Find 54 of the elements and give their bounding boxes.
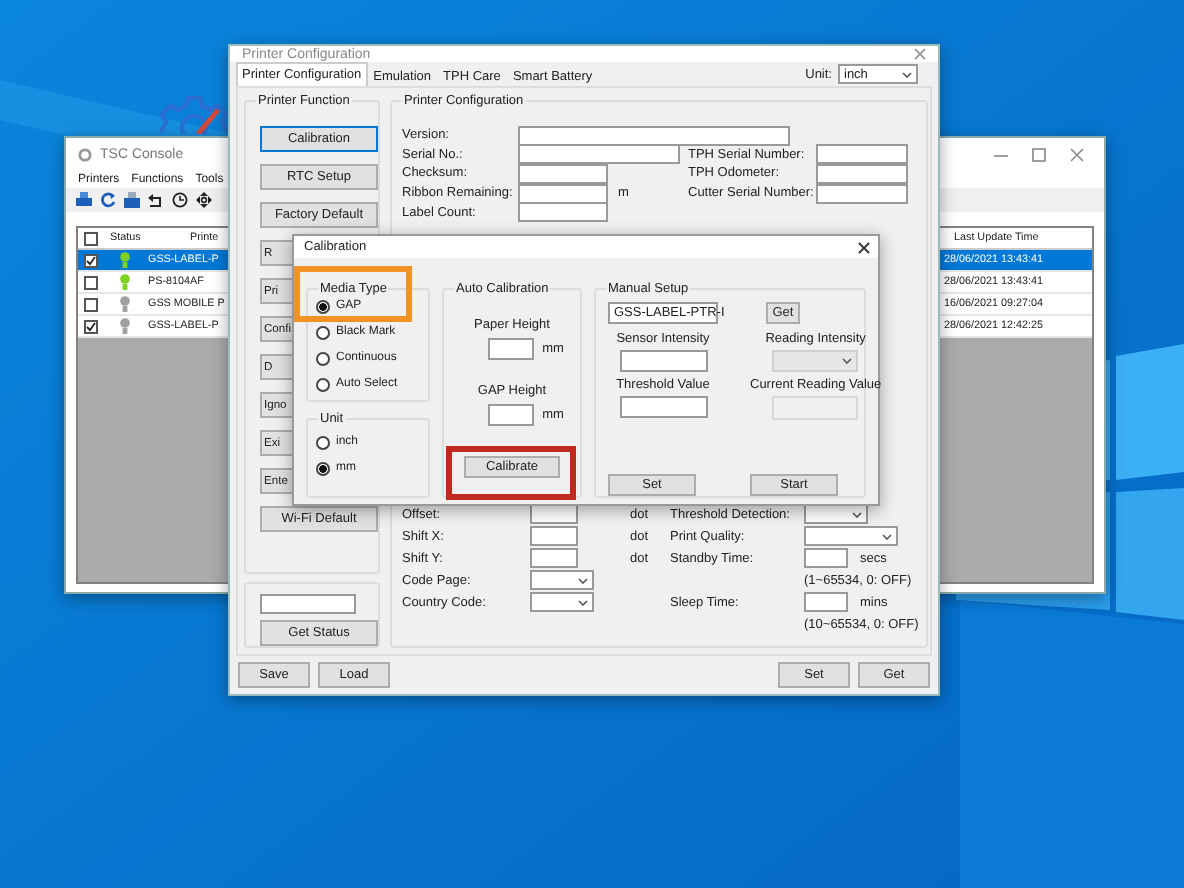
- text-field[interactable]: [619, 350, 707, 372]
- check-icon: [86, 321, 96, 331]
- bulb-icon: [120, 252, 130, 268]
- text-field[interactable]: [518, 125, 790, 146]
- text-field[interactable]: [804, 548, 848, 569]
- dropdown[interactable]: [804, 526, 898, 547]
- printer-icon[interactable]: [76, 192, 92, 208]
- chevron-icon: [902, 71, 912, 77]
- reading-box: [772, 396, 859, 420]
- dropdown[interactable]: [530, 592, 594, 613]
- text-field[interactable]: [518, 183, 608, 204]
- status-field[interactable]: [260, 594, 356, 614]
- chevron-icon: [882, 533, 892, 540]
- dropdown[interactable]: [530, 570, 594, 591]
- checkbox[interactable]: [84, 275, 98, 289]
- text-field[interactable]: [804, 592, 848, 613]
- text-field[interactable]: [619, 396, 707, 418]
- printer-icon[interactable]: [124, 192, 140, 208]
- radio-button[interactable]: [316, 352, 330, 366]
- checkbox[interactable]: [84, 231, 98, 245]
- dropdown[interactable]: [804, 504, 868, 525]
- radio-button[interactable]: [316, 300, 330, 314]
- bulb-icon: [120, 296, 130, 312]
- chevron-icon: [842, 358, 853, 364]
- check-icon: [86, 255, 96, 265]
- text-field[interactable]: [816, 144, 908, 165]
- bulb-icon: [120, 318, 130, 334]
- radio-button[interactable]: [316, 378, 330, 392]
- chevron-icon: [578, 577, 588, 584]
- text-field[interactable]: [816, 183, 908, 204]
- text-field[interactable]: [816, 163, 908, 184]
- text-field[interactable]: [530, 504, 578, 525]
- maximize-icon[interactable]: [1032, 147, 1046, 161]
- radio-button[interactable]: [316, 436, 330, 450]
- checkbox[interactable]: [84, 253, 98, 267]
- text-field[interactable]: [488, 404, 535, 426]
- text-field[interactable]: [518, 144, 680, 165]
- text-field[interactable]: [518, 202, 608, 223]
- checkbox[interactable]: [84, 319, 98, 333]
- clock-icon[interactable]: [172, 192, 188, 208]
- move-icon[interactable]: [196, 192, 212, 208]
- text-field[interactable]: [530, 526, 578, 547]
- text-field[interactable]: [518, 163, 608, 184]
- checkbox[interactable]: [84, 297, 98, 311]
- bulb-icon: [120, 274, 130, 290]
- radio-button[interactable]: [316, 462, 330, 476]
- close-icon[interactable]: [858, 241, 870, 253]
- chevron-icon: [578, 599, 588, 606]
- refresh-icon[interactable]: [100, 192, 116, 208]
- text-field[interactable]: [488, 338, 535, 360]
- radio-button[interactable]: [316, 326, 330, 340]
- undo-icon[interactable]: [148, 192, 164, 208]
- chevron-icon: [852, 511, 862, 518]
- text-field[interactable]: [530, 548, 578, 569]
